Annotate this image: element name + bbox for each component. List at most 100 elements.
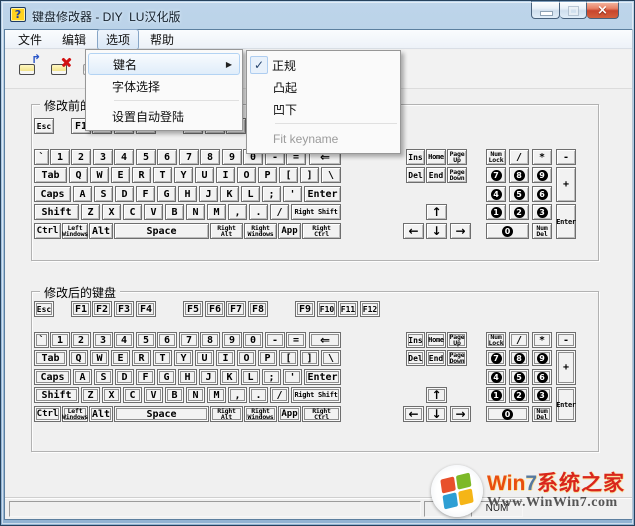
key-b[interactable]: B bbox=[165, 204, 184, 220]
key-np-0[interactable]: 0 bbox=[486, 223, 529, 239]
key-a[interactable]: A bbox=[73, 186, 92, 202]
key-p[interactable]: P bbox=[258, 167, 277, 183]
key-quote[interactable]: ' bbox=[283, 369, 302, 385]
key-x[interactable]: X bbox=[102, 204, 121, 220]
key-d[interactable]: D bbox=[115, 186, 134, 202]
key-9[interactable]: 9 bbox=[222, 332, 242, 348]
key-f6[interactable]: F6 bbox=[205, 301, 225, 317]
key-7[interactable]: 7 bbox=[179, 332, 199, 348]
key-3[interactable]: 3 bbox=[93, 149, 113, 165]
key-k[interactable]: K bbox=[220, 186, 239, 202]
key-space[interactable]: Space bbox=[114, 406, 209, 422]
key-num-del[interactable]: NumDel bbox=[532, 223, 552, 239]
key-end[interactable]: End bbox=[426, 167, 446, 183]
key-shift[interactable]: Shift bbox=[34, 387, 79, 403]
maximize-button[interactable] bbox=[560, 1, 587, 19]
key-np-enter[interactable]: Enter bbox=[556, 204, 576, 239]
key-n[interactable]: N bbox=[186, 204, 205, 220]
key-minus[interactable]: - bbox=[265, 332, 285, 348]
key-np-divide[interactable]: / bbox=[509, 332, 529, 348]
options-menu-item-sym[interactable]: 键名▶ bbox=[88, 53, 240, 75]
key-np-plus[interactable]: + bbox=[556, 167, 576, 202]
key-h[interactable]: H bbox=[178, 186, 197, 202]
key-right-alt[interactable]: RightAlt bbox=[210, 223, 243, 239]
key-u[interactable]: U bbox=[195, 167, 214, 183]
key-arrow-up[interactable]: ↑ bbox=[426, 387, 447, 403]
key-f[interactable]: F bbox=[136, 186, 155, 202]
key-alt[interactable]: Alt bbox=[89, 223, 113, 239]
close-button[interactable]: × bbox=[587, 1, 619, 19]
key-left-windows[interactable]: LeftWindows bbox=[62, 406, 88, 422]
key-np-multiply[interactable]: * bbox=[532, 149, 552, 165]
key-m[interactable]: M bbox=[207, 204, 226, 220]
key-page-down[interactable]: PageDown bbox=[447, 350, 467, 366]
key-np-divide[interactable]: / bbox=[509, 149, 529, 165]
key-d[interactable]: D bbox=[115, 369, 134, 385]
key-left-windows[interactable]: LeftWindows bbox=[62, 223, 88, 239]
key-s[interactable]: S bbox=[94, 369, 113, 385]
key-e[interactable]: E bbox=[111, 167, 130, 183]
key-backslash[interactable]: \ bbox=[321, 167, 341, 183]
key-q[interactable]: Q bbox=[69, 350, 88, 366]
key-f4[interactable]: F4 bbox=[136, 301, 156, 317]
key-lbracket[interactable]: [ bbox=[279, 167, 298, 183]
key-6[interactable]: 6 bbox=[157, 149, 177, 165]
key-right-ctrl[interactable]: RightCtrl bbox=[302, 223, 341, 239]
key-caps[interactable]: Caps bbox=[34, 369, 71, 385]
key-np-6[interactable]: 6 bbox=[532, 186, 552, 202]
menu-options[interactable]: 选项 bbox=[97, 29, 139, 50]
key-end[interactable]: End bbox=[426, 350, 446, 366]
key-esc[interactable]: Esc bbox=[34, 118, 54, 134]
key-esc[interactable]: Esc bbox=[34, 301, 54, 317]
key-caps[interactable]: Caps bbox=[34, 186, 71, 202]
key-num-lock[interactable]: NumLock bbox=[486, 332, 506, 348]
key-i[interactable]: I bbox=[216, 167, 235, 183]
key-np-5[interactable]: 5 bbox=[509, 186, 529, 202]
key-arrow-up[interactable]: ↑ bbox=[426, 204, 447, 220]
menu-help[interactable]: 帮助 bbox=[141, 29, 183, 50]
key-del[interactable]: Del bbox=[406, 167, 425, 183]
key-page-down[interactable]: PageDown bbox=[447, 167, 467, 183]
key-right-windows[interactable]: RightWindows bbox=[244, 223, 277, 239]
key-shift[interactable]: Shift bbox=[34, 204, 79, 220]
key-np-multiply[interactable]: * bbox=[532, 332, 552, 348]
key-9[interactable]: 9 bbox=[222, 149, 242, 165]
key-np-5[interactable]: 5 bbox=[509, 369, 529, 385]
key-np-9[interactable]: 9 bbox=[532, 167, 552, 183]
key-comma[interactable]: , bbox=[228, 204, 247, 220]
key-del[interactable]: Del bbox=[406, 350, 425, 366]
key-4[interactable]: 4 bbox=[114, 332, 134, 348]
key-t[interactable]: T bbox=[153, 350, 172, 366]
key-8[interactable]: 8 bbox=[200, 332, 220, 348]
key-backquote[interactable]: ` bbox=[34, 149, 49, 165]
key-right-ctrl[interactable]: RightCtrl bbox=[302, 406, 341, 422]
key-alt[interactable]: Alt bbox=[89, 406, 113, 422]
key-3[interactable]: 3 bbox=[93, 332, 113, 348]
key-z[interactable]: Z bbox=[81, 387, 100, 403]
key-backslash[interactable]: \ bbox=[321, 350, 341, 366]
key-right-alt[interactable]: RightAlt bbox=[210, 406, 243, 422]
key-a[interactable]: A bbox=[73, 369, 92, 385]
key-np-1[interactable]: 1 bbox=[486, 387, 506, 403]
key-r[interactable]: R bbox=[132, 350, 151, 366]
key-1[interactable]: 1 bbox=[50, 149, 70, 165]
key-arrow-left[interactable]: ← bbox=[403, 406, 424, 422]
key-arrow-down[interactable]: ↓ bbox=[426, 223, 447, 239]
key-r[interactable]: R bbox=[132, 167, 151, 183]
key-w[interactable]: W bbox=[90, 167, 109, 183]
key-np-minus[interactable]: - bbox=[556, 332, 576, 348]
key-period[interactable]: . bbox=[249, 387, 268, 403]
key-period[interactable]: . bbox=[249, 204, 268, 220]
key-rbracket[interactable]: ] bbox=[300, 350, 319, 366]
key-e[interactable]: E bbox=[111, 350, 130, 366]
key-t[interactable]: T bbox=[153, 167, 172, 183]
load-key-button[interactable]: ↱ bbox=[17, 55, 41, 78]
key-w[interactable]: W bbox=[90, 350, 109, 366]
key-c[interactable]: C bbox=[123, 204, 142, 220]
key-app[interactable]: App bbox=[278, 406, 301, 422]
key-k[interactable]: K bbox=[220, 369, 239, 385]
menu-file[interactable]: 文件 bbox=[9, 29, 51, 50]
key-i[interactable]: I bbox=[216, 350, 235, 366]
options-menu-item-sym[interactable]: 设置自动登陆 bbox=[86, 105, 242, 127]
key-b[interactable]: B bbox=[165, 387, 184, 403]
